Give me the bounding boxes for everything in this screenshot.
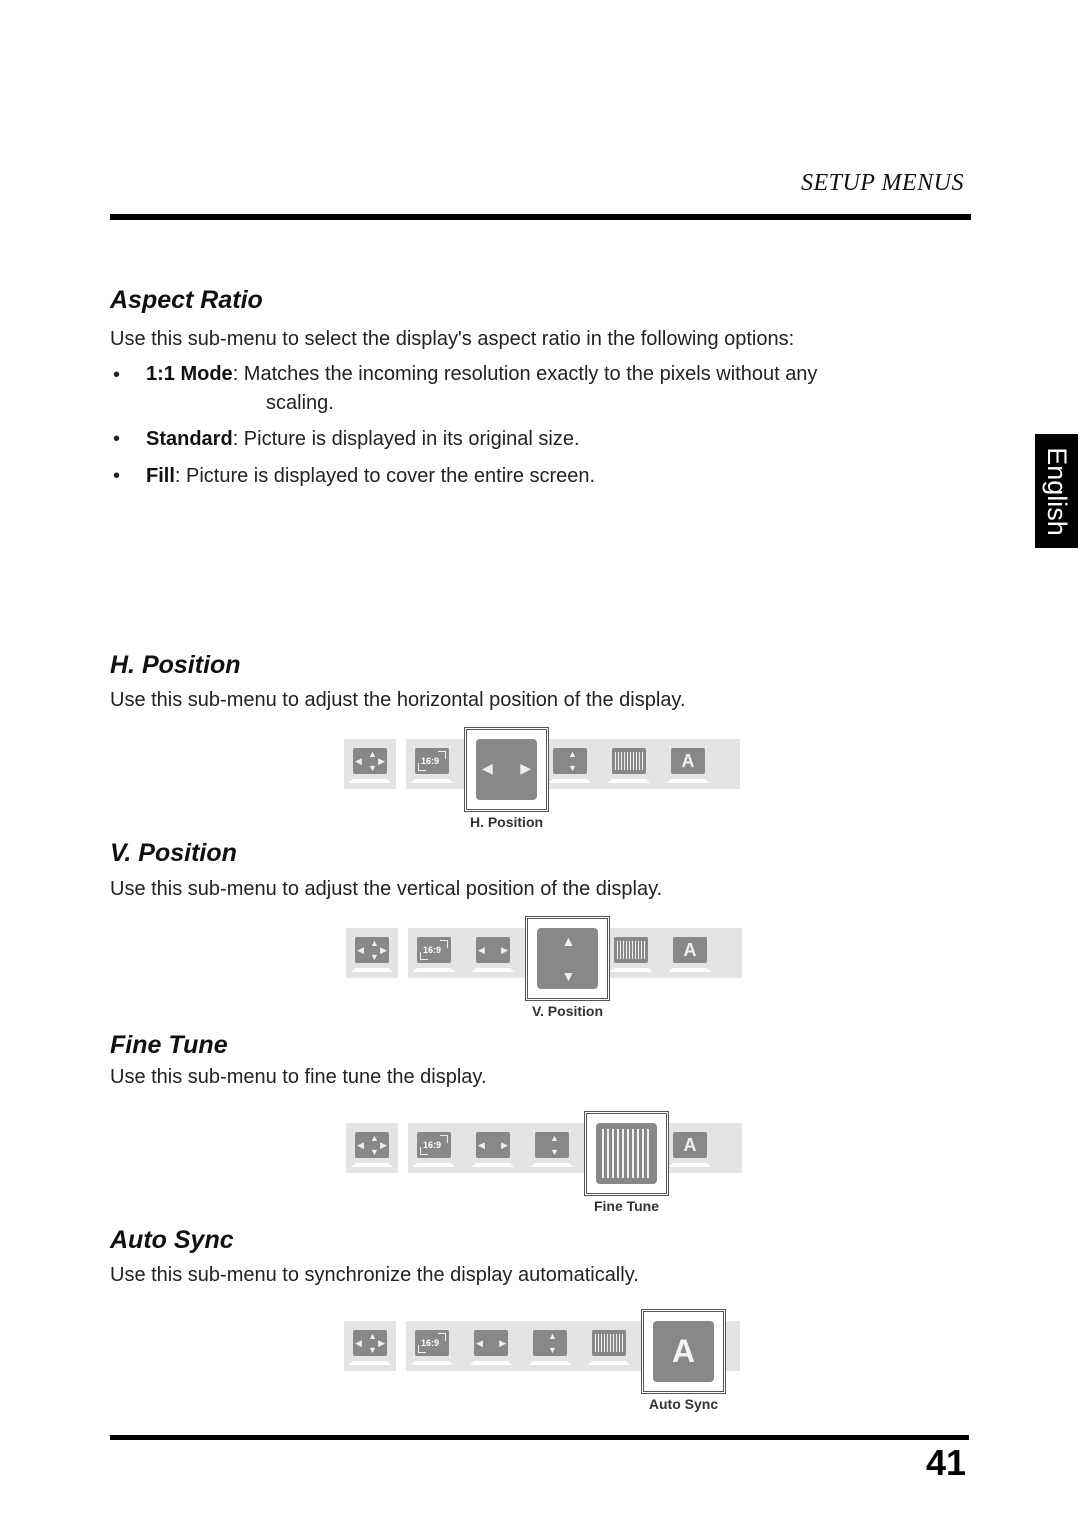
fine-tune-heading: Fine Tune — [110, 1031, 228, 1059]
language-tab: English — [1035, 434, 1078, 548]
bullet-dot: • — [113, 428, 121, 450]
aspect-label: 16:9 — [423, 1140, 442, 1150]
option-fill: Fill: Picture is displayed to cover the … — [146, 462, 976, 491]
auto-sync-icon[interactable]: A — [673, 1132, 707, 1158]
aspect-ratio-icon[interactable]: 16:9 — [415, 748, 449, 774]
position-icon[interactable]: ▲ ▼ ◀ ▶ — [353, 748, 387, 774]
icon-base — [351, 968, 393, 972]
option-term: 1:1 Mode — [146, 363, 233, 385]
fine-tune-icon — [596, 1123, 657, 1184]
icon-base — [413, 1163, 455, 1167]
aspect-label: 16:9 — [421, 1338, 440, 1348]
footer-rule — [110, 1435, 969, 1440]
fine-tune-icon[interactable] — [592, 1330, 626, 1356]
header-rule — [110, 214, 971, 220]
auto-label: A — [683, 939, 697, 960]
option-desc: : Picture is displayed in its original s… — [232, 428, 580, 450]
auto-sync-icon[interactable]: A — [673, 937, 707, 963]
header-section-title: SETUP MENUS — [800, 170, 964, 196]
icon-base — [588, 1361, 630, 1365]
h-position-icon: ◀ ▶ — [476, 739, 537, 800]
icon-base — [349, 1361, 391, 1365]
auto-sync-icon[interactable]: A — [671, 748, 705, 774]
osd-menu-v-position: ▲ ▼ ◀ ▶ 16:9 ◀ ▶ ▲ ▼ V. Position A — [346, 916, 742, 1019]
bullet-dot: • — [113, 465, 121, 487]
option-desc: : Picture is displayed to cover the enti… — [174, 465, 596, 487]
h-position-icon[interactable]: ◀ ▶ — [476, 1132, 510, 1158]
auto-label: A — [681, 750, 695, 771]
position-icon[interactable]: ▲ ▼ ◀ ▶ — [355, 937, 389, 963]
h-position-heading: H. Position — [110, 651, 241, 679]
icon-base — [669, 1163, 711, 1167]
v-position-heading: V. Position — [110, 839, 237, 867]
aspect-ratio-intro: Use this sub-menu to select the display'… — [110, 328, 795, 350]
icon-base — [549, 779, 591, 783]
icon-base — [610, 968, 652, 972]
h-position-desc: Use this sub-menu to adjust the horizont… — [110, 689, 686, 711]
icon-base — [411, 1361, 453, 1365]
auto-label: A — [683, 1134, 697, 1155]
icon-base — [531, 1163, 573, 1167]
icon-base — [608, 779, 650, 783]
v-position-icon[interactable]: ▲ ▼ — [553, 748, 587, 774]
fine-tune-icon[interactable] — [612, 748, 646, 774]
osd-caption: Auto Sync — [648, 1396, 719, 1412]
icon-base — [470, 1361, 512, 1365]
icon-base — [669, 968, 711, 972]
h-position-icon[interactable]: ◀ ▶ — [476, 937, 510, 963]
v-position-desc: Use this sub-menu to adjust the vertical… — [110, 878, 663, 900]
icon-base — [411, 779, 453, 783]
osd-menu-fine-tune: ▲ ▼ ◀ ▶ 16:9 ◀ ▶ ▲ ▼ Fine Tune A — [346, 1111, 742, 1214]
aspect-label: 16:9 — [421, 756, 440, 766]
osd-caption: V. Position — [531, 1003, 604, 1019]
osd-selected-fine-tune-icon[interactable] — [584, 1111, 669, 1196]
aspect-label: 16:9 — [423, 945, 442, 955]
aspect-ratio-icon[interactable]: 16:9 — [417, 1132, 451, 1158]
osd-selected-h-position-icon[interactable]: ◀ ▶ — [464, 727, 549, 812]
auto-sync-heading: Auto Sync — [110, 1226, 234, 1254]
aspect-ratio-icon[interactable]: 16:9 — [415, 1330, 449, 1356]
auto-sync-icon: A — [653, 1321, 714, 1382]
icon-base — [472, 968, 514, 972]
option-standard: Standard: Picture is displayed in its or… — [146, 425, 976, 454]
position-icon[interactable]: ▲ ▼ ◀ ▶ — [355, 1132, 389, 1158]
fine-tune-desc: Use this sub-menu to fine tune the displ… — [110, 1066, 487, 1088]
fine-tune-icon[interactable] — [614, 937, 648, 963]
option-term: Fill — [146, 465, 175, 487]
osd-selected-auto-sync-icon[interactable]: A — [641, 1309, 726, 1394]
auto-label: A — [671, 1333, 696, 1369]
option-desc: : Matches the incoming resolution exactl… — [232, 363, 818, 385]
icon-base — [349, 779, 391, 783]
page-number: 41 — [925, 1442, 966, 1483]
v-position-icon[interactable]: ▲ ▼ — [535, 1132, 569, 1158]
aspect-ratio-icon[interactable]: 16:9 — [417, 937, 451, 963]
icon-base — [472, 1163, 514, 1167]
osd-menu-h-position: ▲ ▼ ◀ ▶ 16:9 ◀ ▶ H. Position ▲ ▼ A — [344, 727, 740, 830]
osd-menu-auto-sync: ▲ ▼ ◀ ▶ 16:9 ◀ ▶ ▲ ▼ A Auto Sync — [344, 1309, 740, 1412]
auto-sync-desc: Use this sub-menu to synchronize the dis… — [110, 1264, 639, 1286]
option-desc-cont: scaling. — [266, 392, 334, 414]
option-1to1-mode: 1:1 Mode: Matches the incoming resolutio… — [146, 360, 976, 418]
option-term: Standard — [146, 428, 233, 450]
icon-base — [351, 1163, 393, 1167]
position-icon[interactable]: ▲ ▼ ◀ ▶ — [353, 1330, 387, 1356]
icon-base — [667, 779, 709, 783]
h-position-icon[interactable]: ◀ ▶ — [474, 1330, 508, 1356]
v-position-icon[interactable]: ▲ ▼ — [533, 1330, 567, 1356]
bullet-dot: • — [113, 364, 121, 386]
osd-caption: Fine Tune — [593, 1198, 660, 1214]
osd-caption: H. Position — [469, 814, 544, 830]
aspect-ratio-heading: Aspect Ratio — [110, 286, 263, 314]
icon-base — [529, 1361, 571, 1365]
v-position-icon: ▲ ▼ — [537, 928, 598, 989]
language-tab-label: English — [1042, 446, 1072, 536]
osd-selected-v-position-icon[interactable]: ▲ ▼ — [525, 916, 610, 1001]
icon-base — [413, 968, 455, 972]
